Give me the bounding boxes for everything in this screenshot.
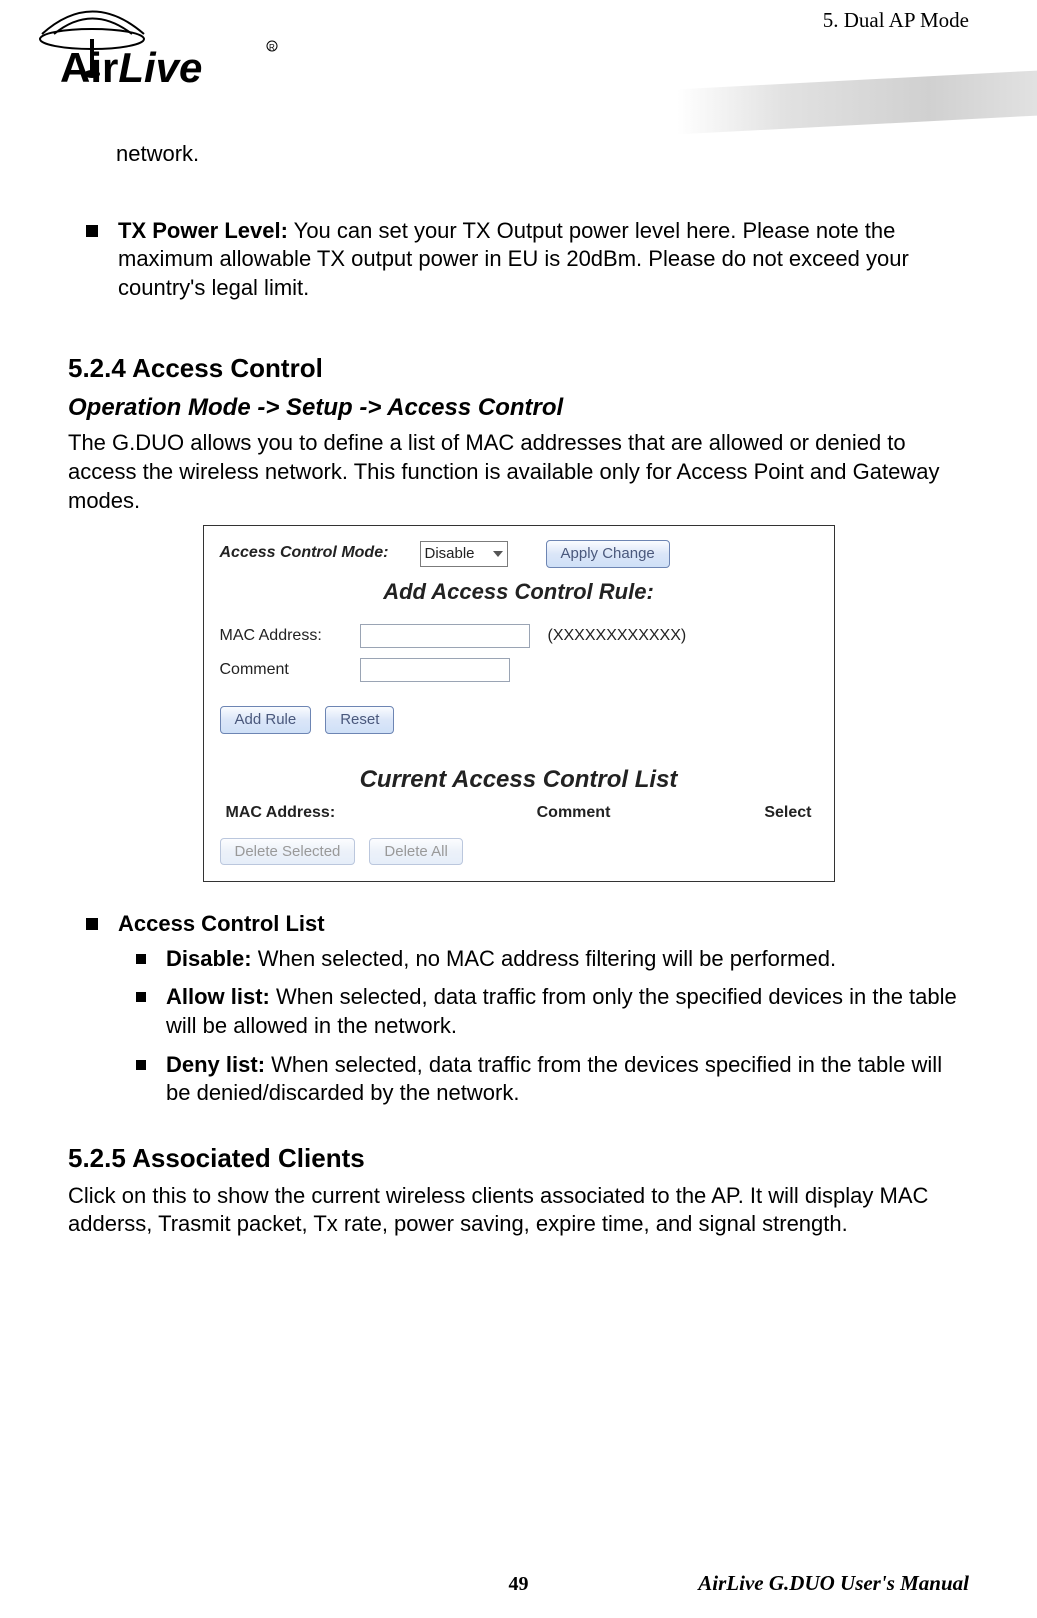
mode-label: Access Control Mode: bbox=[220, 543, 410, 564]
manual-title: AirLive G.DUO User's Manual bbox=[669, 1571, 969, 1596]
acl-disable-label: Disable: bbox=[166, 946, 252, 971]
delete-selected-button[interactable]: Delete Selected bbox=[220, 838, 356, 866]
comment-input[interactable] bbox=[360, 658, 510, 682]
delete-all-button[interactable]: Delete All bbox=[369, 838, 462, 866]
acl-heading: Access Control List bbox=[118, 910, 325, 939]
bullet-icon bbox=[86, 225, 98, 237]
bullet-icon bbox=[86, 918, 98, 930]
th-mac: MAC Address: bbox=[220, 803, 430, 824]
svg-text:R: R bbox=[269, 43, 275, 52]
brand-logo: AirLive R bbox=[32, 4, 292, 101]
mac-address-label: MAC Address: bbox=[220, 626, 350, 647]
reset-button[interactable]: Reset bbox=[325, 706, 394, 734]
table-header: MAC Address: Comment Select bbox=[220, 803, 818, 824]
section-524-intro: The G.DUO allows you to define a list of… bbox=[68, 429, 969, 515]
acl-allow-label: Allow list: bbox=[166, 984, 270, 1009]
svg-text:AirLive: AirLive bbox=[60, 44, 202, 91]
comment-label: Comment bbox=[220, 660, 350, 681]
section-525-heading: 5.2.5 Associated Clients bbox=[68, 1142, 969, 1176]
tx-power-label: TX Power Level: bbox=[118, 218, 288, 243]
add-rule-button[interactable]: Add Rule bbox=[220, 706, 312, 734]
acl-disable-text: When selected, no MAC address filtering … bbox=[252, 946, 836, 971]
acl-heading-row: Access Control List bbox=[86, 910, 969, 939]
mac-hint: (XXXXXXXXXXXX) bbox=[548, 626, 687, 647]
section-525-text: Click on this to show the current wirele… bbox=[68, 1182, 969, 1239]
list-item: Allow list: When selected, data traffic … bbox=[136, 983, 969, 1040]
section-524-path: Operation Mode -> Setup -> Access Contro… bbox=[68, 392, 969, 423]
th-select: Select bbox=[718, 803, 818, 824]
fragment-network: network. bbox=[116, 140, 969, 169]
add-rule-title: Add Access Control Rule: bbox=[220, 578, 818, 607]
page-footer: 49 AirLive G.DUO User's Manual bbox=[68, 1571, 969, 1596]
acl-allow-text: When selected, data traffic from only th… bbox=[166, 984, 957, 1038]
acl-deny-label: Deny list: bbox=[166, 1052, 265, 1077]
page-header: 5. Dual AP Mode AirLive R bbox=[0, 0, 1037, 130]
acl-deny-text: When selected, data traffic from the dev… bbox=[166, 1052, 942, 1106]
header-chapter: 5. Dual AP Mode bbox=[823, 8, 969, 33]
page-number: 49 bbox=[368, 1573, 668, 1596]
th-comment: Comment bbox=[430, 803, 718, 824]
mode-select-value: Disable bbox=[425, 544, 475, 564]
access-control-panel: Access Control Mode: Disable Apply Chang… bbox=[203, 525, 835, 882]
bullet-icon bbox=[136, 992, 146, 1002]
document-body: network. TX Power Level: You can set you… bbox=[0, 130, 1037, 1239]
mac-address-input[interactable] bbox=[360, 624, 530, 648]
bullet-icon bbox=[136, 954, 146, 964]
current-list-title: Current Access Control List bbox=[220, 764, 818, 795]
bullet-icon bbox=[136, 1060, 146, 1070]
section-524-heading: 5.2.4 Access Control bbox=[68, 352, 969, 386]
acl-inner-list: Disable: When selected, no MAC address f… bbox=[136, 945, 969, 1108]
mode-select[interactable]: Disable bbox=[420, 541, 508, 567]
header-decoration bbox=[677, 71, 1037, 135]
apply-change-button[interactable]: Apply Change bbox=[546, 540, 670, 568]
tx-power-item: TX Power Level: You can set your TX Outp… bbox=[86, 217, 969, 303]
list-item: Deny list: When selected, data traffic f… bbox=[136, 1051, 969, 1108]
list-item: Disable: When selected, no MAC address f… bbox=[136, 945, 969, 974]
